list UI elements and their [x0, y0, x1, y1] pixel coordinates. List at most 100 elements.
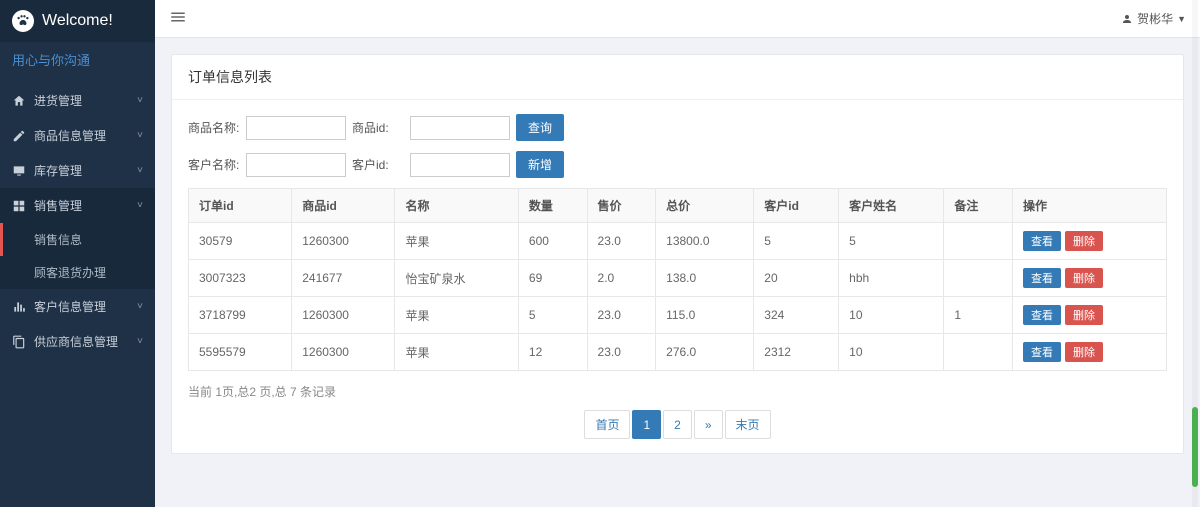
nav-label: 客户信息管理	[34, 298, 137, 315]
menu-toggle-icon[interactable]	[169, 8, 187, 29]
cell	[944, 260, 1013, 297]
cell: 怡宝矿泉水	[395, 260, 518, 297]
cell: 138.0	[656, 260, 754, 297]
panel-title: 订单信息列表	[172, 55, 1183, 100]
scrollbar-thumb[interactable]	[1192, 407, 1198, 487]
brand: Welcome!	[0, 0, 155, 42]
add-button[interactable]: 新增	[516, 151, 564, 178]
col-header-3: 数量	[518, 189, 587, 223]
user-name: 贺彬华	[1137, 10, 1173, 27]
cell: 69	[518, 260, 587, 297]
scrollbar-track	[1192, 0, 1198, 507]
col-header-9: 操作	[1012, 189, 1166, 223]
user-icon	[1121, 13, 1133, 25]
product-id-input[interactable]	[410, 116, 510, 140]
cell: 10	[839, 334, 944, 371]
page-next[interactable]: »	[694, 410, 723, 439]
col-header-1: 商品id	[292, 189, 395, 223]
product-id-label: 商品id:	[352, 119, 404, 136]
nav-label: 进货管理	[34, 92, 137, 109]
cell: 苹果	[395, 334, 518, 371]
subnav-item-1[interactable]: 顾客退货办理	[0, 256, 155, 289]
chevron-down-icon: ˅	[137, 130, 143, 141]
search-button[interactable]: 查询	[516, 114, 564, 141]
order-table: 订单id商品id名称数量售价总价客户id客户姓名备注操作 30579126030…	[188, 188, 1167, 371]
cell: 5	[839, 223, 944, 260]
delete-button[interactable]: 删除	[1065, 342, 1103, 362]
ops-cell: 查看删除	[1012, 260, 1166, 297]
user-menu[interactable]: 贺彬华 ▼	[1121, 10, 1186, 27]
nav-item-2[interactable]: 库存管理˅	[0, 153, 155, 188]
table-row: 305791260300苹果60023.013800.055查看删除	[189, 223, 1167, 260]
nav-item-1[interactable]: 商品信息管理˅	[0, 118, 155, 153]
cell: 12	[518, 334, 587, 371]
cell: 23.0	[587, 297, 656, 334]
cell: 20	[754, 260, 839, 297]
view-button[interactable]: 查看	[1023, 268, 1061, 288]
view-button[interactable]: 查看	[1023, 342, 1061, 362]
chevron-down-icon: ˅	[137, 95, 143, 106]
cell	[944, 334, 1013, 371]
page-last[interactable]: 末页	[725, 410, 771, 439]
ops-cell: 查看删除	[1012, 334, 1166, 371]
copy-icon	[12, 335, 26, 349]
nav-item-5[interactable]: 供应商信息管理˅	[0, 324, 155, 359]
customer-id-input[interactable]	[410, 153, 510, 177]
cell: 1260300	[292, 334, 395, 371]
customer-name-input[interactable]	[246, 153, 346, 177]
cell: 13800.0	[656, 223, 754, 260]
chevron-down-icon: ˅	[137, 200, 143, 211]
col-header-5: 总价	[656, 189, 754, 223]
cell: hbh	[839, 260, 944, 297]
cell: 3007323	[189, 260, 292, 297]
delete-button[interactable]: 删除	[1065, 305, 1103, 325]
content: 订单信息列表 商品名称: 商品id: 查询 客户名称: 客户id:	[155, 38, 1200, 507]
paw-icon	[12, 10, 34, 32]
col-header-4: 售价	[587, 189, 656, 223]
cell: 115.0	[656, 297, 754, 334]
filter-row-1: 商品名称: 商品id: 查询	[188, 114, 1167, 141]
main: 贺彬华 ▼ 订单信息列表 商品名称: 商品id: 查询 客户名称:	[155, 0, 1200, 507]
page-first[interactable]: 首页	[584, 410, 630, 439]
customer-id-label: 客户id:	[352, 156, 404, 173]
cell: 30579	[189, 223, 292, 260]
cell: 苹果	[395, 297, 518, 334]
view-button[interactable]: 查看	[1023, 305, 1061, 325]
cell: 23.0	[587, 223, 656, 260]
nav-item-3[interactable]: 销售管理˅	[0, 188, 155, 223]
chevron-down-icon: ˅	[137, 336, 143, 347]
order-panel: 订单信息列表 商品名称: 商品id: 查询 客户名称: 客户id:	[171, 54, 1184, 454]
cell: 23.0	[587, 334, 656, 371]
home-icon	[12, 94, 26, 108]
nav-item-0[interactable]: 进货管理˅	[0, 83, 155, 118]
subnav: 销售信息顾客退货办理	[0, 223, 155, 289]
topbar: 贺彬华 ▼	[155, 0, 1200, 38]
cell: 5	[754, 223, 839, 260]
col-header-2: 名称	[395, 189, 518, 223]
view-button[interactable]: 查看	[1023, 231, 1061, 251]
table-row: 37187991260300苹果523.0115.0324101查看删除	[189, 297, 1167, 334]
delete-button[interactable]: 删除	[1065, 231, 1103, 251]
product-name-input[interactable]	[246, 116, 346, 140]
table-row: 3007323241677怡宝矿泉水692.0138.020hbh查看删除	[189, 260, 1167, 297]
customer-name-label: 客户名称:	[188, 156, 240, 173]
cell: 1260300	[292, 223, 395, 260]
nav-label: 供应商信息管理	[34, 333, 137, 350]
page-1[interactable]: 1	[632, 410, 661, 439]
page-2[interactable]: 2	[663, 410, 692, 439]
nav-item-4[interactable]: 客户信息管理˅	[0, 289, 155, 324]
chevron-down-icon: ˅	[137, 165, 143, 176]
brand-title: Welcome!	[42, 12, 113, 30]
subnav-item-0[interactable]: 销售信息	[0, 223, 155, 256]
chevron-down-icon: ˅	[137, 301, 143, 312]
brand-tagline: 用心与你沟通	[0, 42, 155, 77]
ops-cell: 查看删除	[1012, 223, 1166, 260]
delete-button[interactable]: 删除	[1065, 268, 1103, 288]
monitor-icon	[12, 164, 26, 178]
cell: 1	[944, 297, 1013, 334]
col-header-8: 备注	[944, 189, 1013, 223]
bars-icon	[12, 300, 26, 314]
cell: 10	[839, 297, 944, 334]
pagination: 首页12»末页	[188, 410, 1167, 439]
col-header-7: 客户姓名	[839, 189, 944, 223]
